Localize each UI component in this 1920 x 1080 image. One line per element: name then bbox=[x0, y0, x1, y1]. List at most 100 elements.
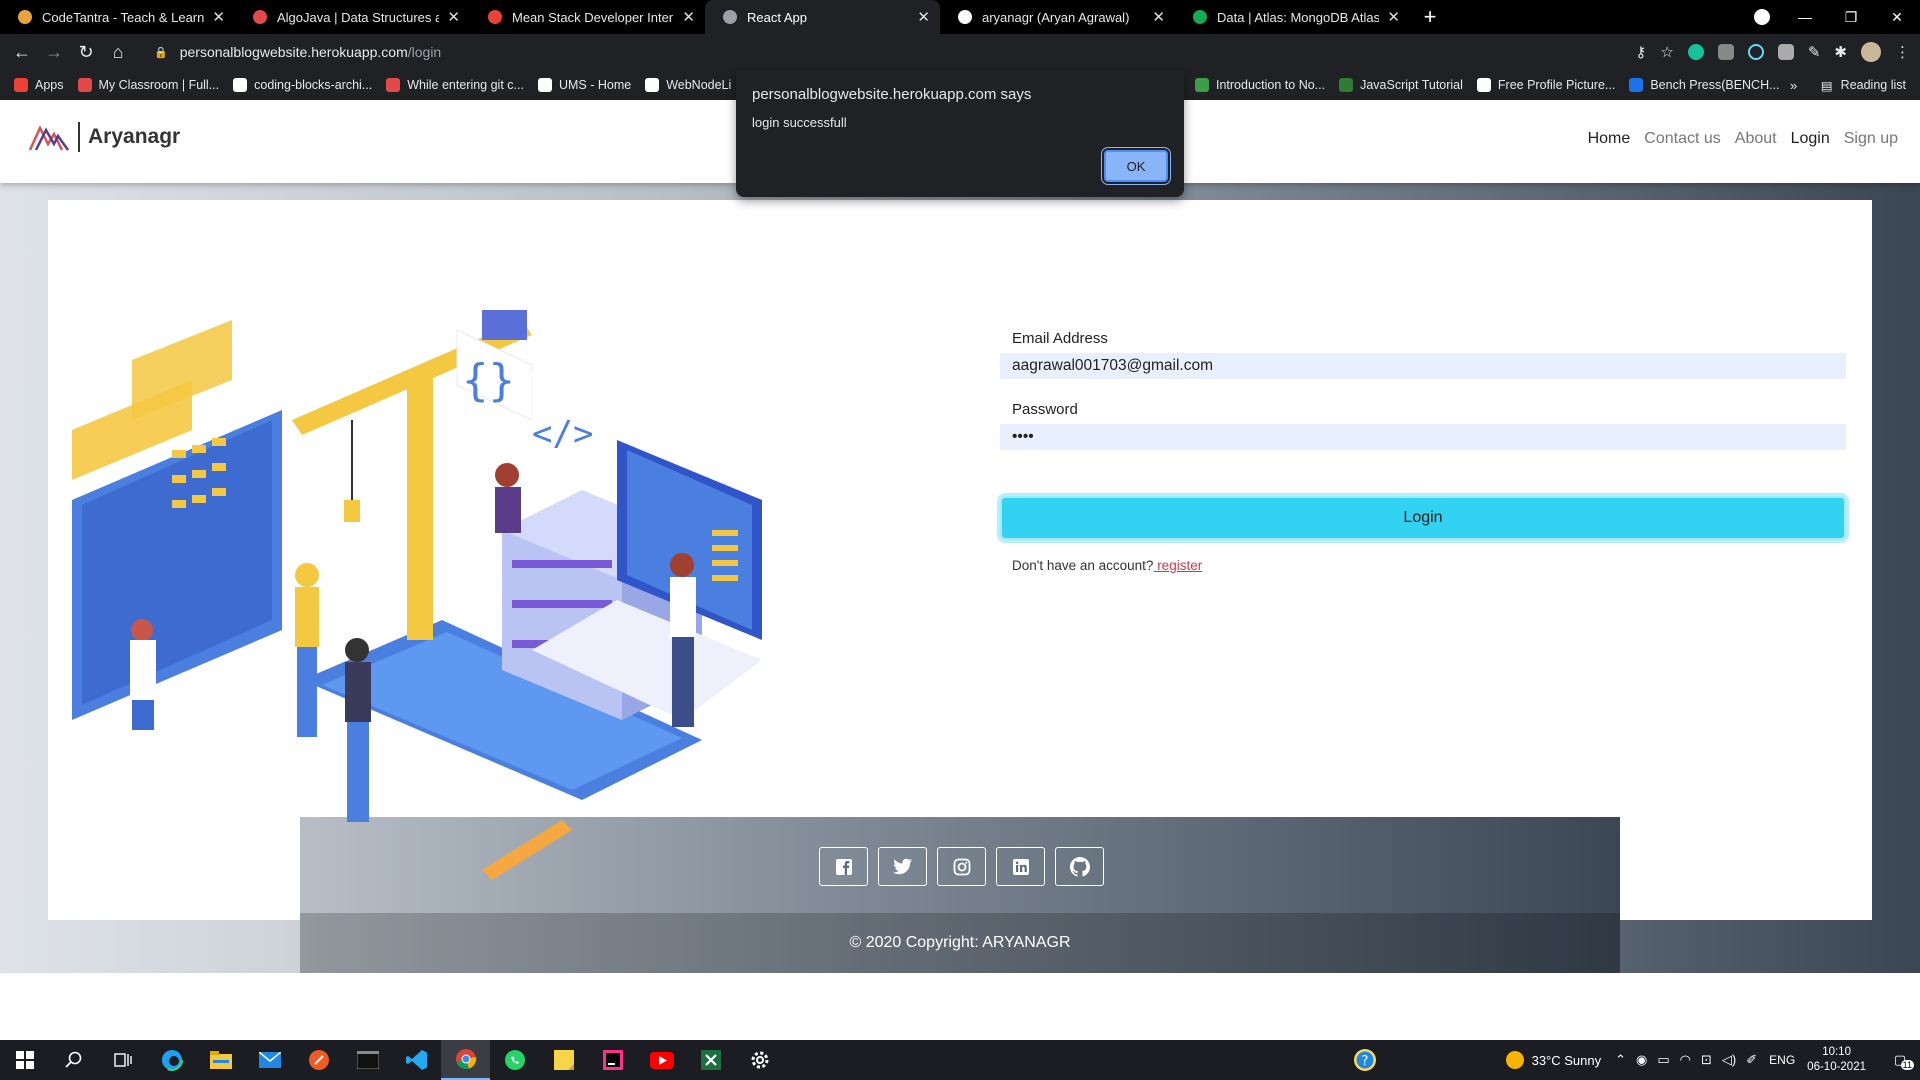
search-icon[interactable] bbox=[49, 1040, 98, 1080]
bookmark-favicon-icon bbox=[645, 78, 660, 92]
bookmark-item[interactable]: JavaScript Tutorial bbox=[1339, 78, 1463, 92]
forward-icon[interactable]: → bbox=[38, 42, 70, 63]
youtube-icon[interactable] bbox=[637, 1040, 686, 1080]
brand-mountains-icon bbox=[28, 125, 70, 151]
avatar[interactable] bbox=[1861, 42, 1881, 62]
sticky-notes-icon[interactable] bbox=[539, 1040, 588, 1080]
tab-close-icon[interactable]: ✕ bbox=[917, 8, 930, 26]
nav-contact[interactable]: Contact us bbox=[1644, 130, 1720, 148]
url-bar[interactable]: 🔒 personalblogwebsite.herokuapp.com/logi… bbox=[142, 38, 1612, 66]
tab-strip: CodeTantra - Teach & Learn Any✕AlgoJava … bbox=[0, 0, 1920, 34]
bookmark-item[interactable]: WebNodeLi bbox=[645, 78, 731, 92]
pen-ink-icon[interactable]: ✐ bbox=[1746, 1052, 1757, 1068]
restore-icon[interactable]: ❐ bbox=[1828, 9, 1874, 26]
tab-close-icon[interactable]: ✕ bbox=[1152, 8, 1165, 26]
weather-sun-icon[interactable] bbox=[1505, 1051, 1524, 1069]
battery-icon[interactable]: ▭ bbox=[1657, 1052, 1669, 1068]
bookmark-label: JavaScript Tutorial bbox=[1360, 78, 1463, 92]
browser-tab[interactable]: AlgoJava | Data Structures and A ✕ bbox=[235, 0, 470, 34]
dialog-message: login successfull bbox=[752, 115, 847, 130]
login-button[interactable]: Login bbox=[1000, 496, 1846, 540]
weather-text[interactable]: 33°C Sunny bbox=[1532, 1053, 1602, 1068]
network-icon[interactable]: ⊡ bbox=[1701, 1052, 1712, 1068]
vscode-icon[interactable] bbox=[392, 1040, 441, 1080]
back-icon[interactable]: ← bbox=[6, 42, 38, 63]
nav-login[interactable]: Login bbox=[1791, 130, 1830, 148]
mail-icon[interactable] bbox=[245, 1040, 294, 1080]
dialog-ok-button[interactable]: OK bbox=[1104, 150, 1168, 182]
intellij-icon[interactable] bbox=[588, 1040, 637, 1080]
login-form: Email Address aagrawal001703@gmail.com P… bbox=[1000, 330, 1846, 573]
task-view-icon[interactable] bbox=[98, 1040, 147, 1080]
github-icon bbox=[1069, 856, 1090, 877]
github-button[interactable] bbox=[1055, 847, 1104, 886]
mongodb-icon bbox=[1193, 10, 1207, 24]
clock-date: 06-10-2021 bbox=[1807, 1061, 1866, 1073]
chrome-icon[interactable] bbox=[441, 1040, 490, 1080]
gmail-icon bbox=[488, 10, 502, 24]
edge-icon[interactable] bbox=[147, 1040, 196, 1080]
star-icon[interactable]: ☆ bbox=[1660, 43, 1673, 61]
minimize-icon[interactable]: — bbox=[1782, 9, 1828, 25]
tab-close-icon[interactable]: ✕ bbox=[682, 8, 695, 26]
notification-center-button[interactable]: ▢ 11 bbox=[1880, 1052, 1920, 1070]
tab-close-icon[interactable]: ✕ bbox=[212, 8, 225, 26]
browser-tab[interactable]: aryanagr (Aryan Agrawal) ✕ bbox=[940, 0, 1175, 34]
bookmark-item[interactable]: UMS - Home bbox=[537, 78, 631, 92]
terminal-icon[interactable] bbox=[343, 1040, 392, 1080]
register-link[interactable]: register bbox=[1153, 558, 1202, 573]
nav-home[interactable]: Home bbox=[1588, 130, 1631, 148]
linkedin-button[interactable] bbox=[996, 847, 1045, 886]
whatsapp-icon[interactable] bbox=[490, 1040, 539, 1080]
bookmark-item[interactable]: Apps bbox=[14, 78, 64, 92]
menu-dots-icon[interactable]: ⋮ bbox=[1895, 43, 1910, 61]
help-icon[interactable]: ? bbox=[1340, 1040, 1389, 1080]
nav-about[interactable]: About bbox=[1735, 130, 1777, 148]
react-devtools-icon[interactable] bbox=[1747, 44, 1764, 60]
language-indicator[interactable]: ENG bbox=[1769, 1053, 1795, 1067]
excel-icon[interactable] bbox=[686, 1040, 735, 1080]
extension-square-icon[interactable] bbox=[1777, 44, 1794, 60]
browser-tab[interactable]: CodeTantra - Teach & Learn Any ✕ bbox=[0, 0, 235, 34]
tab-close-icon[interactable]: ✕ bbox=[1387, 8, 1400, 26]
clock[interactable]: 10:10 06-10-2021 bbox=[1807, 1045, 1866, 1075]
volume-icon[interactable]: ◁) bbox=[1722, 1052, 1736, 1068]
bookmark-item[interactable]: While entering git c... bbox=[386, 78, 524, 92]
tray-record-icon[interactable]: ◉ bbox=[1636, 1052, 1647, 1068]
bookmarks-overflow-icon[interactable]: » bbox=[1790, 78, 1797, 93]
tray-chevron-icon[interactable]: ⌃ bbox=[1615, 1052, 1626, 1068]
windows-start-icon[interactable] bbox=[0, 1040, 49, 1080]
browser-tab[interactable]: Data | Atlas: MongoDB Atlas ✕ bbox=[1175, 0, 1410, 34]
bookmark-item[interactable]: Bench Press(BENCH... bbox=[1629, 78, 1780, 92]
password-field[interactable]: •••• bbox=[1000, 424, 1846, 450]
brand-logo[interactable]: Aryanagr bbox=[28, 122, 180, 152]
bookmark-item[interactable]: coding-blocks-archi... bbox=[233, 78, 372, 92]
puzzle-icon[interactable]: ✱ bbox=[1834, 43, 1847, 61]
home-icon[interactable]: ⌂ bbox=[102, 42, 134, 63]
postman-icon[interactable] bbox=[294, 1040, 343, 1080]
bookmark-favicon-icon bbox=[1629, 78, 1644, 92]
settings-icon[interactable] bbox=[735, 1040, 784, 1080]
browser-tab[interactable]: Mean Stack Developer Internship ✕ bbox=[470, 0, 705, 34]
tab-search-icon[interactable] bbox=[1754, 9, 1770, 25]
bookmark-item[interactable]: Introduction to No... bbox=[1195, 78, 1325, 92]
pen-icon[interactable]: ✎ bbox=[1808, 43, 1821, 61]
instagram-button[interactable] bbox=[937, 847, 986, 886]
close-window-icon[interactable]: ✕ bbox=[1874, 9, 1920, 26]
reading-list-button[interactable]: ▤ Reading list bbox=[1821, 70, 1906, 100]
file-explorer-icon[interactable] bbox=[196, 1040, 245, 1080]
wifi-icon[interactable]: ◠ bbox=[1680, 1052, 1691, 1068]
key-icon[interactable]: ⚷ bbox=[1635, 43, 1646, 61]
new-tab-icon[interactable]: + bbox=[1414, 0, 1446, 34]
bookmark-item[interactable]: My Classroom | Full... bbox=[77, 78, 219, 92]
grammarly-icon[interactable] bbox=[1687, 44, 1704, 60]
register-prompt: Don't have an account? register bbox=[1012, 558, 1846, 573]
bookmark-item[interactable]: Free Profile Picture... bbox=[1476, 78, 1615, 92]
nav-signup[interactable]: Sign up bbox=[1844, 130, 1898, 148]
extension-k-icon[interactable] bbox=[1717, 44, 1734, 60]
email-field[interactable]: aagrawal001703@gmail.com bbox=[1000, 353, 1846, 379]
system-tray: 33°C Sunny ⌃ ◉ ▭ ◠ ⊡ ◁) ✐ ENG 10:10 06-1… bbox=[1505, 1040, 1920, 1080]
reload-icon[interactable]: ↻ bbox=[70, 42, 102, 63]
tab-close-icon[interactable]: ✕ bbox=[447, 8, 460, 26]
browser-tab[interactable]: React App ✕ bbox=[705, 0, 940, 34]
